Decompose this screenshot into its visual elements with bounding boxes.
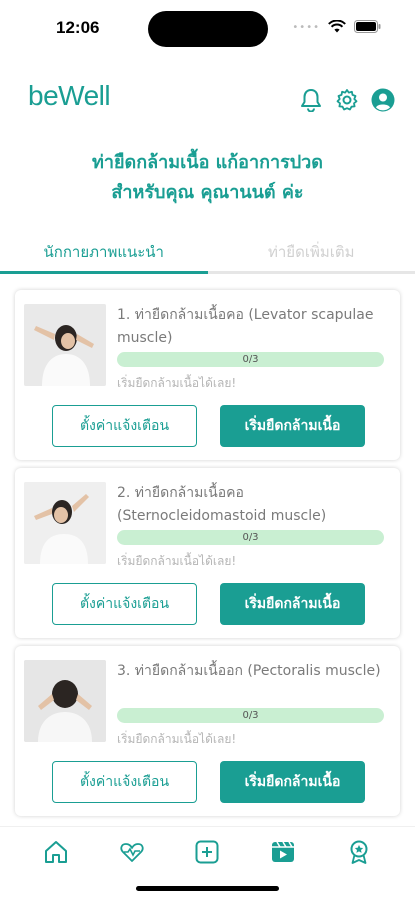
set-reminder-button[interactable]: ตั้งค่าแจ้งเตือน — [52, 761, 197, 803]
exercise-progress-bar: 0/3 — [117, 530, 384, 545]
exercise-list: 1. ท่ายืดกล้ามเนื้อคอ (Levator scapulae … — [15, 290, 400, 824]
exercise-status: เริ่มยืดกล้ามเนื้อได้เลย! — [117, 376, 237, 390]
home-indicator — [136, 886, 279, 891]
exercise-status: เริ่มยืดกล้ามเนื้อได้เลย! — [117, 554, 237, 568]
app-header: beWell — [0, 74, 415, 130]
set-reminder-button[interactable]: ตั้งค่าแจ้งเตือน — [52, 583, 197, 625]
home-icon[interactable] — [40, 836, 72, 868]
exercise-thumbnail[interactable] — [24, 482, 106, 564]
bewell-logo: beWell — [28, 80, 111, 111]
tab-bar: นักกายภาพแนะนำ ท่ายืดเพิ่มเติม — [0, 230, 415, 274]
tab-more-stretches[interactable]: ท่ายืดเพิ่มเติม — [208, 230, 415, 271]
start-stretch-button[interactable]: เริ่มยืดกล้ามเนื้อ — [220, 583, 365, 625]
exercise-title: 2. ท่ายืดกล้ามเนื้อคอ (Sternocleidomasto… — [117, 485, 327, 524]
gear-icon[interactable] — [335, 88, 359, 112]
exercise-title: 3. ท่ายืดกล้ามเนื้ออก (Pectoralis muscle… — [117, 663, 381, 679]
page-headline: ท่ายืดกล้ามเนื้อ แก้อาการปวด สำหรับคุณ ค… — [0, 148, 415, 208]
user-icon[interactable] — [371, 88, 395, 112]
exercise-card: 2. ท่ายืดกล้ามเนื้อคอ (Sternocleidomasto… — [15, 468, 400, 638]
bottom-nav — [0, 826, 415, 876]
dynamic-island — [148, 11, 268, 47]
plus-square-icon[interactable] — [191, 836, 223, 868]
exercise-card: 3. ท่ายืดกล้ามเนื้ออก (Pectoralis muscle… — [15, 646, 400, 816]
header-actions — [299, 88, 395, 112]
exercise-card: 1. ท่ายืดกล้ามเนื้อคอ (Levator scapulae … — [15, 290, 400, 460]
battery-icon — [354, 18, 381, 37]
exercise-progress-bar: 0/3 — [117, 352, 384, 367]
award-icon[interactable] — [343, 836, 375, 868]
wifi-icon — [328, 18, 346, 37]
progress-count: 0/3 — [242, 532, 259, 543]
headline-line-2: สำหรับคุณ คุณานนต์ ค่ะ — [111, 182, 304, 203]
status-icons: •••• — [292, 18, 381, 37]
headline-line-1: ท่ายืดกล้ามเนื้อ แก้อาการปวด — [92, 152, 323, 173]
exercise-title: 1. ท่ายืดกล้ามเนื้อคอ (Levator scapulae … — [117, 307, 374, 346]
signal-icon: •••• — [292, 22, 320, 33]
progress-count: 0/3 — [242, 354, 259, 365]
progress-count: 0/3 — [242, 710, 259, 721]
exercise-status: เริ่มยืดกล้ามเนื้อได้เลย! — [117, 732, 237, 746]
exercise-thumbnail[interactable] — [24, 660, 106, 742]
exercise-thumbnail[interactable] — [24, 304, 106, 386]
status-bar: 12:06 •••• — [0, 0, 415, 56]
start-stretch-button[interactable]: เริ่มยืดกล้ามเนื้อ — [220, 761, 365, 803]
bell-icon[interactable] — [299, 88, 323, 112]
tab-recommended[interactable]: นักกายภาพแนะนำ — [0, 230, 208, 274]
start-stretch-button[interactable]: เริ่มยืดกล้ามเนื้อ — [220, 405, 365, 447]
status-time: 12:06 — [56, 18, 100, 37]
set-reminder-button[interactable]: ตั้งค่าแจ้งเตือน — [52, 405, 197, 447]
exercise-progress-bar: 0/3 — [117, 708, 384, 723]
video-icon[interactable] — [267, 836, 299, 868]
heart-pulse-icon[interactable] — [116, 836, 148, 868]
